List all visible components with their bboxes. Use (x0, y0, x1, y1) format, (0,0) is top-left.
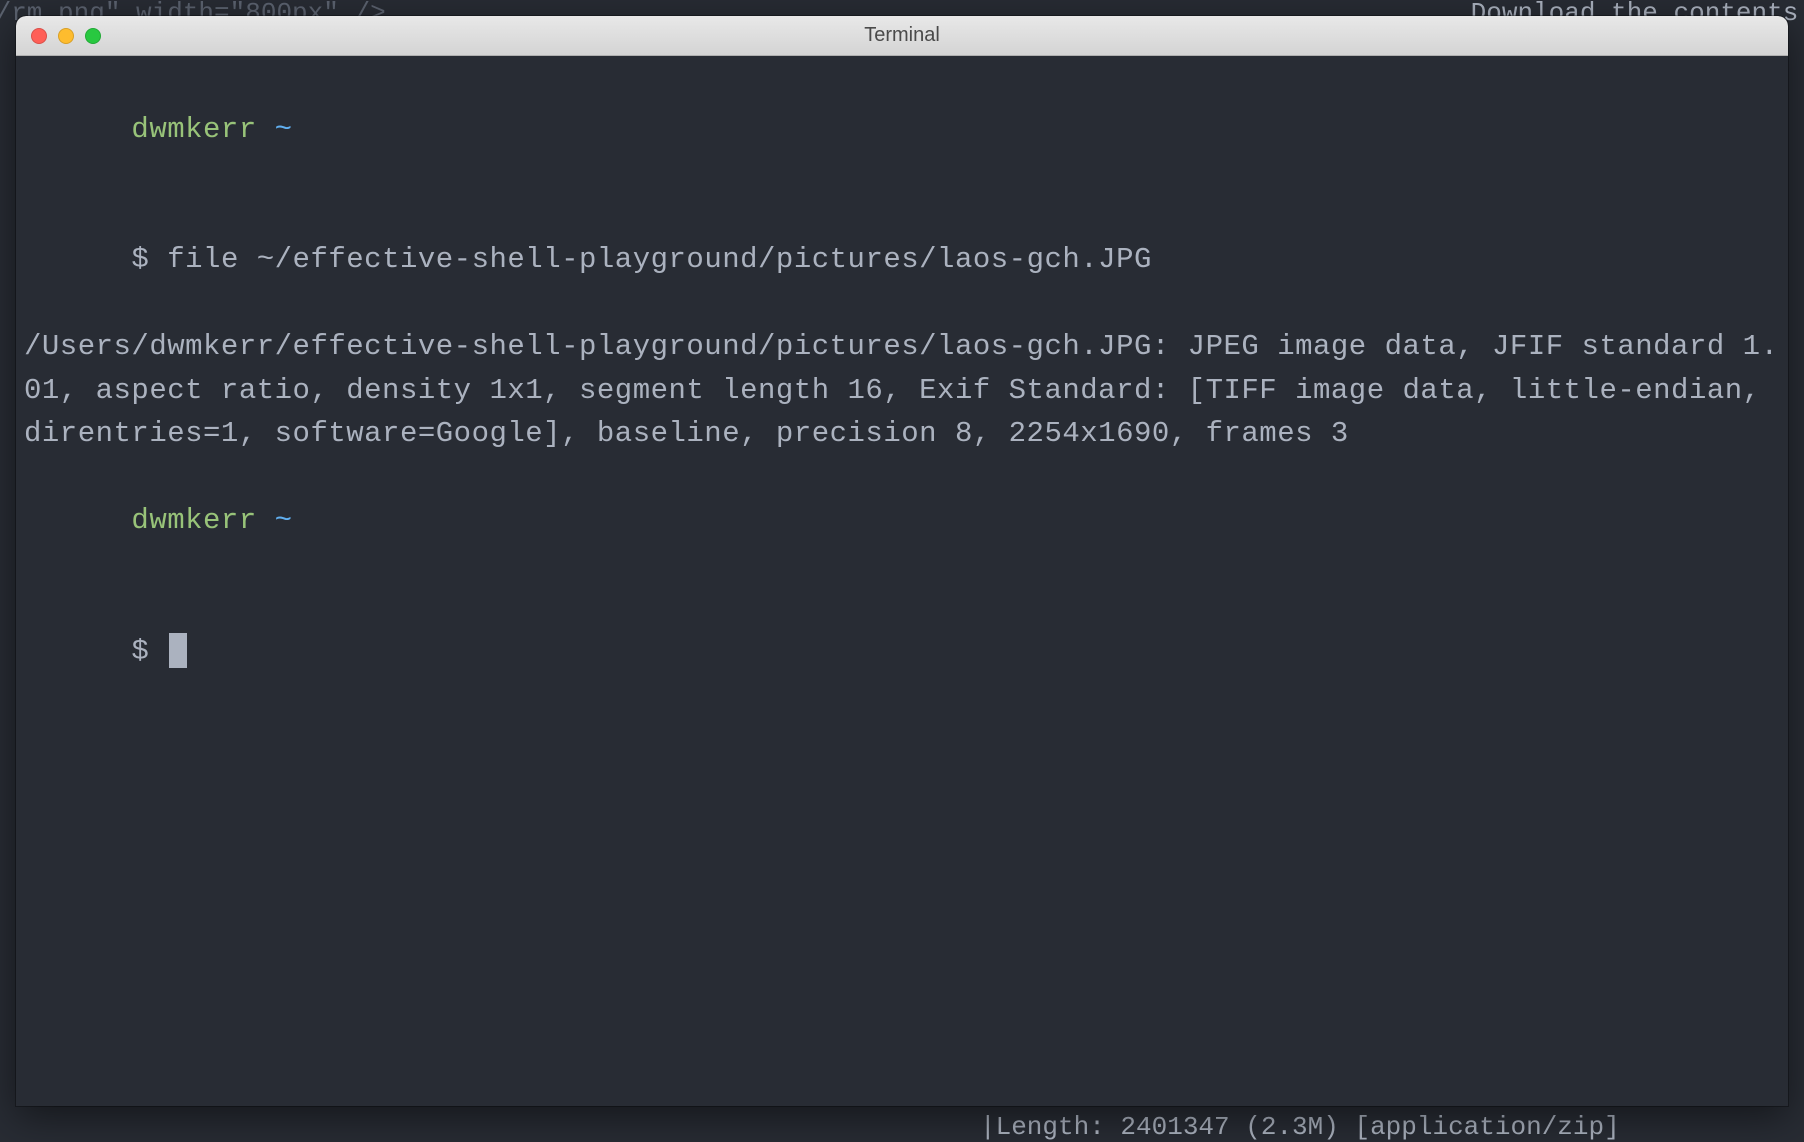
prompt-symbol: $ (131, 243, 149, 276)
prompt-user: dwmkerr (131, 113, 256, 146)
terminal-window: Terminal dwmkerr ~ $ file ~/effective-sh… (16, 16, 1788, 1106)
maximize-button[interactable] (85, 28, 101, 44)
minimize-button[interactable] (58, 28, 74, 44)
prompt-path: ~ (275, 504, 293, 537)
window-title: Terminal (864, 24, 940, 47)
traffic-lights (16, 28, 101, 44)
prompt-path: ~ (275, 113, 293, 146)
prompt-line-cursor: $ (24, 586, 1780, 717)
close-button[interactable] (31, 28, 47, 44)
window-title-bar[interactable]: Terminal (16, 16, 1788, 56)
command-text: file ~/effective-shell-playground/pictur… (167, 243, 1152, 276)
prompt-user: dwmkerr (131, 504, 256, 537)
command-output: /Users/dwmkerr/effective-shell-playgroun… (24, 325, 1780, 456)
prompt-line: dwmkerr ~ (24, 456, 1780, 587)
background-code-fragment: |Length: 2401347 (2.3M) [application/zip… (980, 1112, 1620, 1142)
prompt-line: dwmkerr ~ (24, 64, 1780, 195)
command-line: $ file ~/effective-shell-playground/pict… (24, 195, 1780, 326)
prompt-symbol: $ (131, 635, 149, 668)
cursor (169, 633, 187, 668)
terminal-content[interactable]: dwmkerr ~ $ file ~/effective-shell-playg… (16, 56, 1788, 725)
